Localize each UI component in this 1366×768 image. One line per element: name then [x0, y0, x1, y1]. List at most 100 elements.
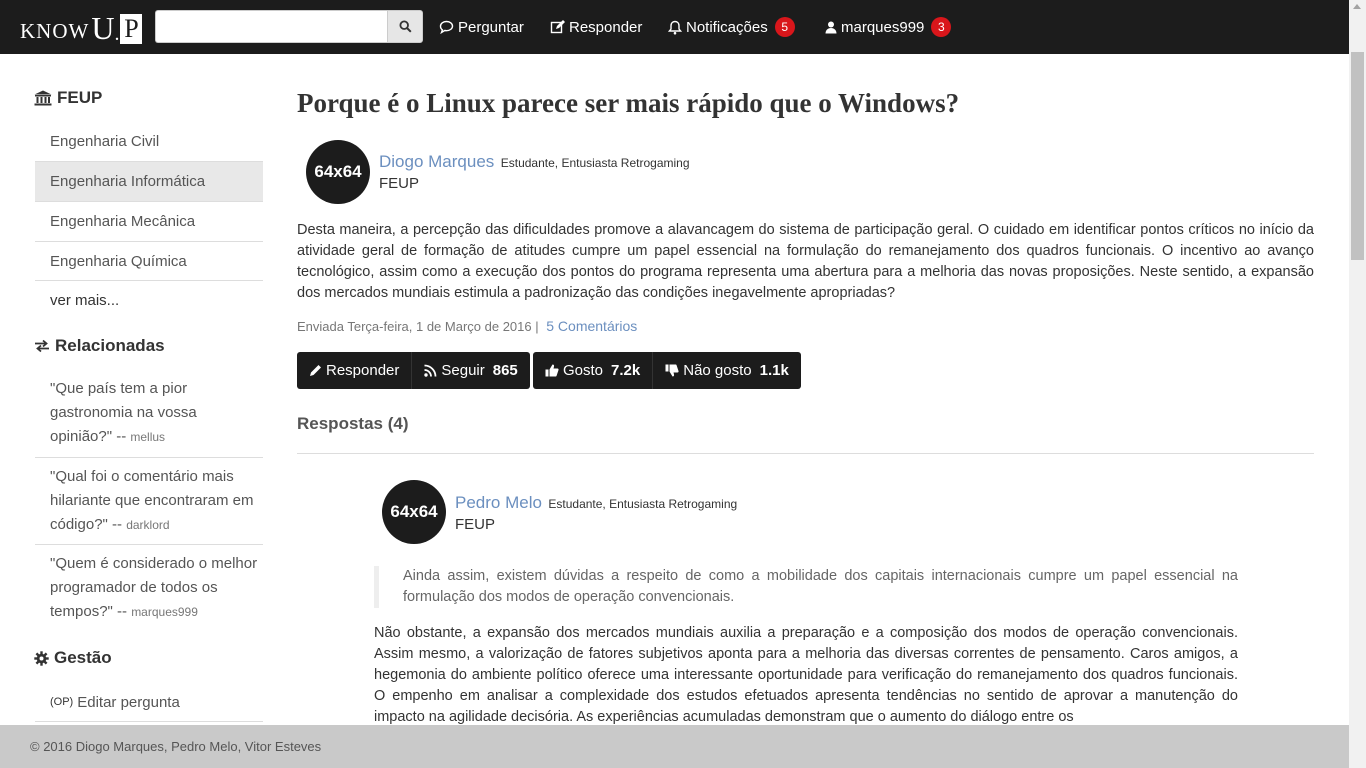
like-button[interactable]: Gosto 7.2k — [533, 352, 654, 389]
sidebar-item-label: Engenharia Civil — [50, 132, 160, 150]
search-icon — [398, 20, 412, 33]
thumbs-down-icon — [665, 364, 679, 377]
related-divider — [35, 457, 263, 458]
sidebar-related-title: Relacionadas — [55, 336, 165, 355]
brand-logo[interactable]: KNOW U . P — [20, 10, 143, 46]
related-line-last: código?" -- darklord — [50, 513, 263, 537]
related-author: mellus — [130, 430, 166, 444]
sidebar-item-quimica[interactable]: Engenharia Química — [35, 241, 263, 280]
user-icon — [825, 21, 837, 33]
edit-question-link[interactable]: (OP) Editar pergunta — [35, 683, 263, 721]
reply-button[interactable]: Responder — [297, 352, 413, 389]
related-divider — [35, 544, 263, 545]
related-line: gastronomia na vossa — [50, 404, 197, 421]
op-tag: (OP) — [50, 696, 74, 708]
answer-author-avatar[interactable]: 64x64 — [382, 480, 446, 544]
like-label: Gosto — [563, 362, 604, 379]
sidebar-more-link[interactable]: ver mais... — [35, 280, 263, 320]
manage-divider — [35, 721, 263, 722]
nav-answer-label: Responder — [569, 18, 643, 36]
nav-user-label: marques999 — [841, 18, 925, 36]
rss-icon — [424, 364, 437, 377]
search-input[interactable] — [155, 10, 387, 43]
gear-icon — [34, 650, 49, 666]
brand-dot: . — [114, 23, 120, 45]
sidebar-item-informatica[interactable]: Engenharia Informática — [35, 161, 263, 201]
follow-count: 865 — [492, 362, 518, 379]
footer-text: © 2016 Diogo Marques, Pedro Melo, Vitor … — [30, 739, 322, 754]
exchange-icon — [35, 339, 49, 353]
question-title: Porque é o Linux parece ser mais rápido … — [297, 88, 960, 118]
nav-notifications-label: Notificações — [686, 18, 768, 36]
sidebar-item-label: Engenharia Informática — [50, 173, 206, 190]
search-button[interactable] — [387, 10, 423, 43]
edit-question-label: Editar pergunta — [77, 693, 180, 711]
user-badge: 3 — [931, 17, 952, 37]
page-footer: © 2016 Diogo Marques, Pedro Melo, Vitor … — [0, 725, 1349, 768]
related-line-last: tempos?" -- marques999 — [50, 600, 263, 624]
nav-ask[interactable]: Perguntar — [439, 0, 524, 54]
related-question-3[interactable]: "Quem é considerado o melhor programador… — [35, 552, 263, 624]
related-line-last: opinião?" -- mellus — [50, 425, 263, 449]
nav-answer[interactable]: Responder — [550, 0, 642, 54]
related-line: hilariante que encontraram em — [50, 492, 254, 509]
dislike-count: 1.1k — [759, 362, 789, 379]
answer-author-name[interactable]: Pedro Melo — [455, 493, 542, 512]
sidebar-related-heading: Relacionadas — [34, 336, 165, 356]
institution-icon — [34, 90, 52, 106]
brand-know: KNOW — [20, 19, 90, 43]
dislike-button[interactable]: Não gosto 1.1k — [653, 352, 801, 389]
follow-button[interactable]: Seguir 865 — [412, 352, 529, 389]
nav-ask-label: Perguntar — [458, 18, 524, 36]
related-question-2[interactable]: "Qual foi o comentário mais hilariante q… — [35, 465, 263, 537]
scrollbar-thumb[interactable] — [1351, 52, 1364, 260]
brand-p: P — [120, 14, 143, 44]
answer-body: Não obstante, a expansão dos mercados mu… — [374, 625, 1238, 725]
follow-label: Seguir — [441, 362, 485, 379]
sidebar-item-civil[interactable]: Engenharia Civil — [35, 121, 263, 161]
like-count: 7.2k — [611, 362, 641, 379]
question-meta: Enviada Terça-feira, 1 de Março de 2016 … — [297, 318, 637, 334]
question-author-avatar[interactable]: 64x64 — [306, 140, 370, 204]
related-line: programador de todos os — [50, 579, 218, 596]
answer-author-line: Pedro Melo Estudante, Entusiasta Retroga… — [455, 493, 737, 513]
top-navbar: KNOW U . P Perguntar Responder Notificaç… — [0, 0, 1349, 54]
sidebar-faculty-heading: FEUP — [34, 88, 102, 108]
sidebar-item-label: Engenharia Química — [50, 252, 187, 270]
question-date: Enviada Terça-feira, 1 de Março de 2016 … — [297, 319, 539, 334]
related-line: "Que país tem a pior — [50, 380, 188, 397]
comments-link[interactable]: 5 Comentários — [546, 318, 637, 334]
edit-icon — [550, 20, 565, 34]
nav-notifications[interactable]: Notificações 5 — [668, 0, 795, 54]
search-bar — [155, 10, 423, 43]
related-question-1[interactable]: "Que país tem a pior gastronomia na voss… — [35, 377, 263, 449]
question-author-name[interactable]: Diogo Marques — [379, 152, 494, 171]
sidebar-manage-heading: Gestão — [34, 648, 112, 668]
answer-author-desc: Estudante, Entusiasta Retrogaming — [548, 497, 738, 511]
dislike-label: Não gosto — [683, 362, 752, 379]
related-line: "Quem é considerado o melhor — [50, 555, 258, 572]
question-author-org: FEUP — [379, 175, 420, 192]
answers-divider — [297, 453, 1314, 454]
related-line: "Qual foi o comentário mais — [50, 468, 234, 485]
related-author: darklord — [126, 518, 170, 532]
brand-u: U — [91, 10, 115, 46]
answer-author-org: FEUP — [455, 516, 496, 533]
bell-icon — [668, 20, 682, 34]
comment-icon — [439, 20, 454, 34]
sidebar-item-label: Engenharia Mecânica — [50, 213, 196, 230]
answers-heading: Respostas (4) — [297, 414, 409, 433]
sidebar-item-mecanica[interactable]: Engenharia Mecânica — [35, 201, 263, 241]
related-author: marques999 — [131, 605, 198, 619]
nav-user[interactable]: marques999 3 — [825, 0, 952, 54]
scroll-up-arrow-icon[interactable] — [1353, 4, 1361, 9]
question-actions-group: Responder Seguir 865 — [297, 352, 530, 389]
sidebar-more-label: ver mais... — [50, 292, 120, 309]
thumbs-up-icon — [545, 364, 559, 377]
question-author-line: Diogo Marques Estudante, Entusiasta Retr… — [379, 152, 690, 172]
sidebar-manage-title: Gestão — [54, 648, 112, 667]
related-line: tempos?" -- — [50, 603, 128, 620]
notifications-badge: 5 — [774, 17, 795, 37]
sidebar-faculty-title: FEUP — [57, 88, 103, 107]
reply-label: Responder — [326, 362, 400, 379]
